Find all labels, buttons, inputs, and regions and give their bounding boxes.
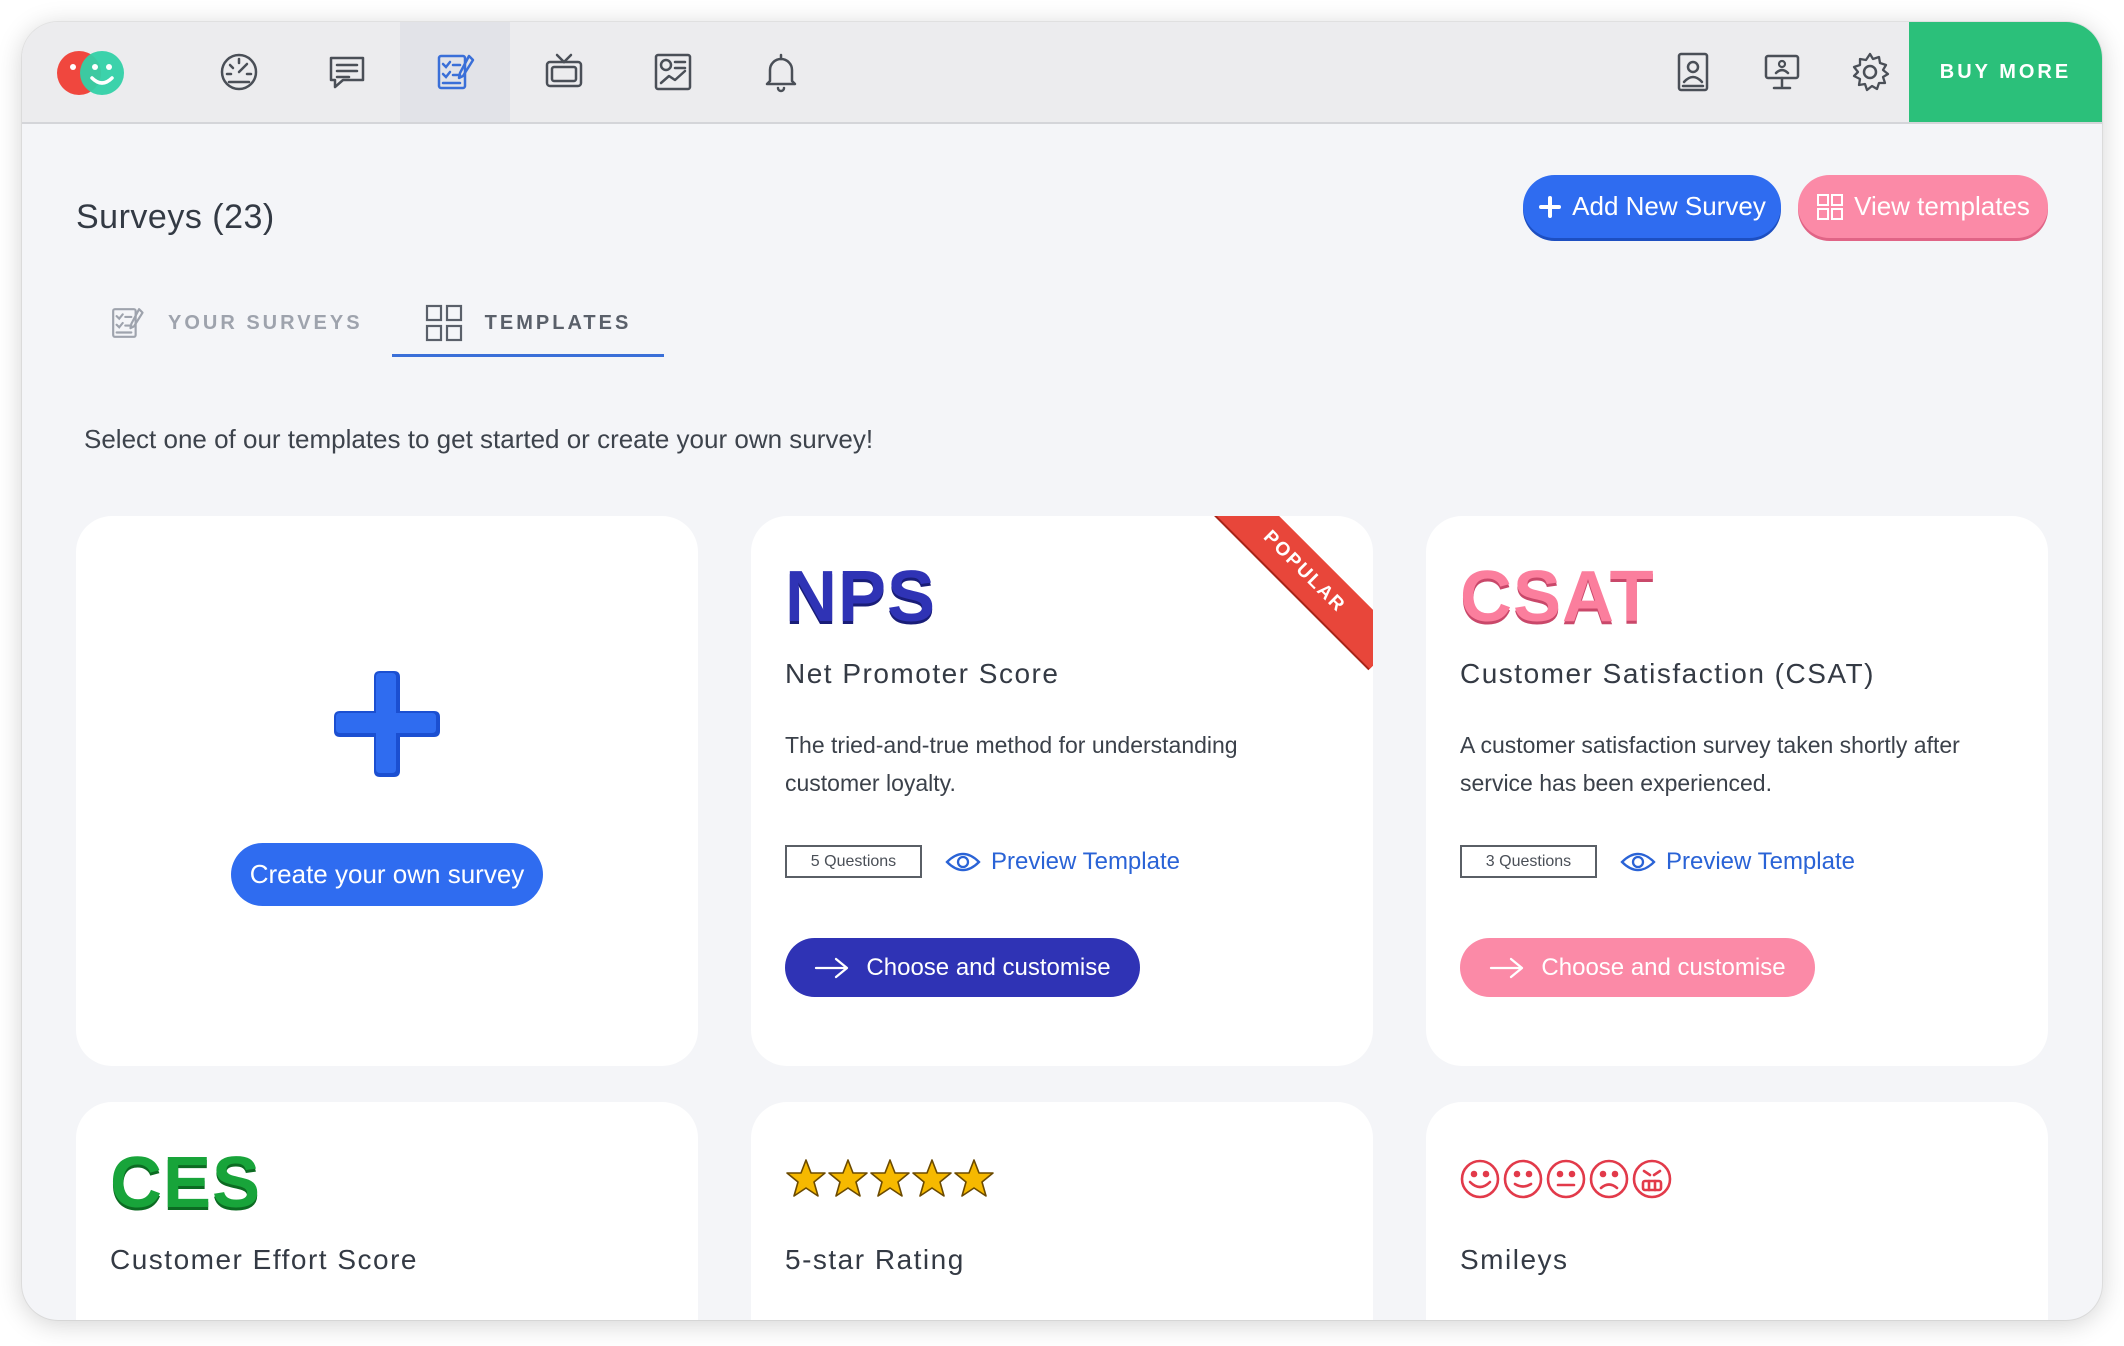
template-card-five-star: 5-star Rating [751,1102,1373,1320]
tab-templates[interactable]: TEMPLATES [392,292,664,357]
add-new-survey-label: Add New Survey [1572,191,1766,221]
arrow-right-icon [815,957,849,978]
grid-icon [425,304,462,342]
tab-your-surveys-label: YOUR SURVEYS [168,311,363,334]
popular-ribbon: POPULAR [1207,516,1373,669]
surveys-icon [112,308,144,338]
template-description: A customer satisfaction survey taken sho… [1460,732,1960,796]
nps-logo: NPS [785,557,937,637]
choose-customise-label: Choose and customise [866,953,1111,981]
contacts-icon [1677,52,1709,92]
tab-templates-label: TEMPLATES [484,311,632,334]
preview-template-link[interactable]: Preview Template [945,842,1180,882]
view-templates-label: View templates [1854,191,2030,221]
create-own-survey-button[interactable]: Create your own survey [231,843,543,906]
questions-count-badge: 3 Questions [1460,845,1597,878]
questions-count-badge: 5 Questions [785,845,922,878]
nav-settings[interactable] [1830,22,1910,122]
five-stars-icon [785,1158,995,1200]
view-templates-button[interactable]: View templates [1798,175,2048,238]
template-card-nps: POPULAR NPS Net Promoter Score The tried… [751,516,1373,1066]
smileys-icon [1460,1158,1672,1200]
nav-surveys[interactable] [400,22,510,122]
nav-notifications[interactable] [726,22,836,122]
template-title: 5-star Rating [785,1244,965,1275]
settings-icon [1852,52,1890,92]
template-card-ces: CES Customer Effort Score [76,1102,698,1320]
template-title: Customer Effort Score [110,1244,418,1275]
plus-icon [1539,195,1562,218]
surveys-icon [437,54,475,90]
preview-template-label: Preview Template [991,848,1180,875]
page-title: Surveys (23) [76,198,275,236]
nav-feedback[interactable] [292,22,402,122]
feedback-icon [329,56,365,89]
dashboard-icon [220,53,258,91]
kiosk-icon [1764,54,1800,90]
template-description: The tried-and-true method for understand… [785,732,1238,796]
create-survey-card[interactable]: Create your own survey [76,516,698,1066]
notifications-icon [765,53,797,93]
arrow-right-icon [1490,957,1524,978]
template-title: Smileys [1460,1244,1569,1275]
nav-reports[interactable] [618,22,728,122]
eye-icon [1620,852,1656,872]
nav-contacts[interactable] [1653,22,1733,122]
choose-customise-label: Choose and customise [1541,953,1786,981]
template-title: Customer Satisfaction (CSAT) [1460,658,1875,689]
app-logo[interactable] [55,47,129,99]
tab-your-surveys[interactable]: YOUR SURVEYS [108,292,363,354]
tv-display-icon [545,53,583,88]
app-window: BUY MORE Surveys (23) Add New Survey Vie… [22,22,2102,1320]
intro-text: Select one of our templates to get start… [84,424,874,454]
choose-customise-button[interactable]: Choose and customise [785,938,1140,997]
large-plus-icon [334,671,440,777]
template-title: Net Promoter Score [785,658,1060,689]
add-new-survey-button[interactable]: Add New Survey [1523,175,1781,238]
buy-more-button[interactable]: BUY MORE [1909,22,2102,122]
nav-dashboard[interactable] [184,22,294,122]
choose-customise-button[interactable]: Choose and customise [1460,938,1815,997]
ces-logo: CES [110,1143,262,1223]
reports-icon [654,53,692,91]
preview-template-label: Preview Template [1666,848,1855,875]
nav-kiosk[interactable] [1742,22,1822,122]
csat-logo: CSAT [1460,557,1655,637]
grid-icon [1817,193,1844,220]
eye-icon [945,852,981,872]
template-card-smileys: Smileys [1426,1102,2048,1320]
preview-template-link[interactable]: Preview Template [1620,842,1855,882]
top-navigation-bar: BUY MORE [22,22,2102,124]
template-card-csat: CSAT Customer Satisfaction (CSAT) A cust… [1426,516,2048,1066]
nav-tv-display[interactable] [509,22,619,122]
